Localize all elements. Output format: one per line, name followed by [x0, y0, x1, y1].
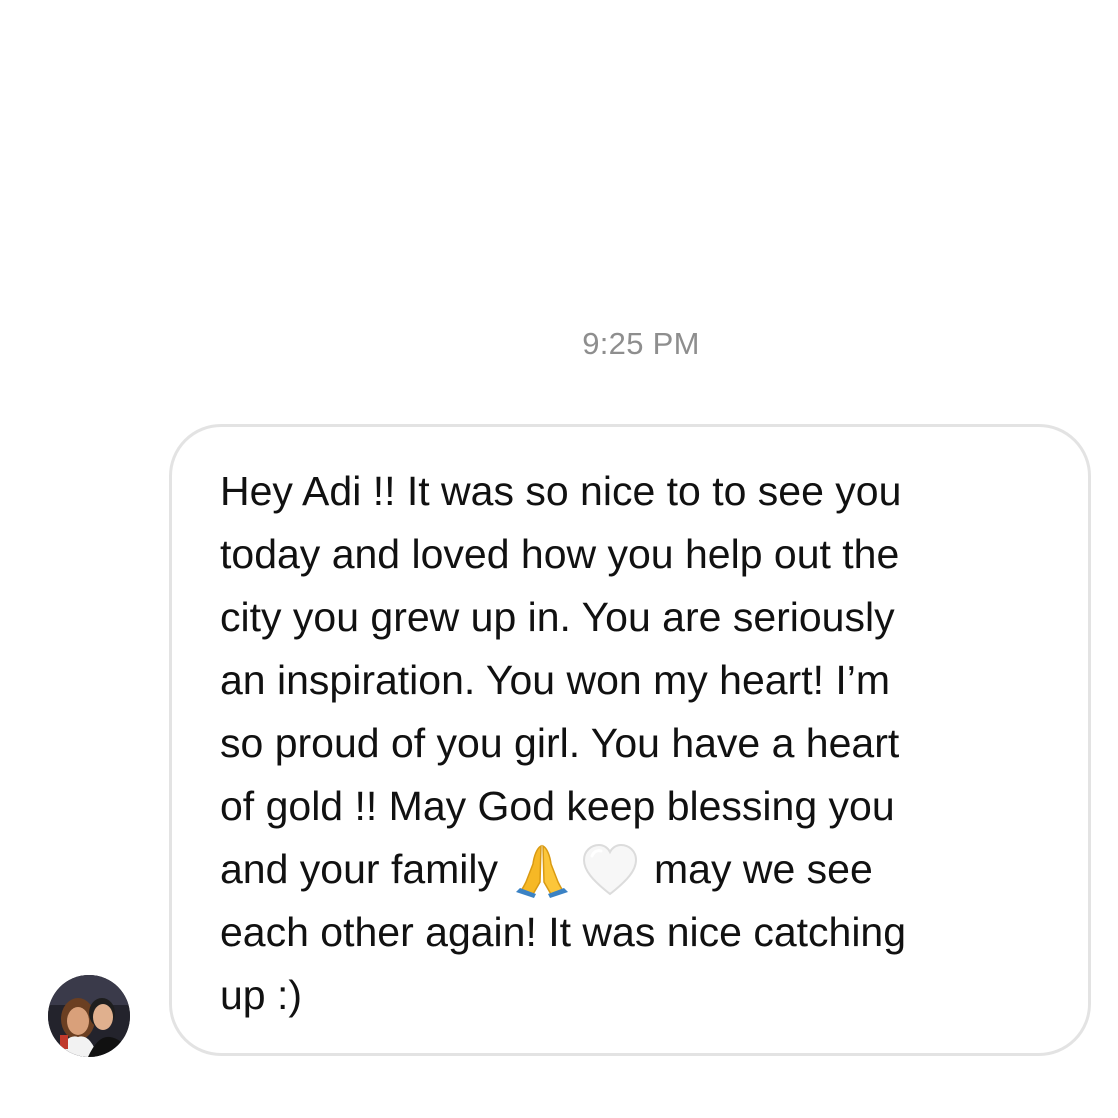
sender-avatar[interactable]	[48, 975, 130, 1057]
message-line-with-emoji: and your family may we see	[220, 838, 906, 901]
folded-hands-icon	[512, 842, 572, 898]
message-line: today and loved how you help out the	[220, 531, 900, 577]
message-line: an inspiration. You won my heart! I’m	[220, 657, 891, 703]
message-line: so proud of you girl. You have a heart	[220, 720, 900, 766]
message-text: Hey Adi !! It was so nice to to see you …	[220, 460, 906, 1027]
message-line: of gold !! May God keep blessing you	[220, 783, 895, 829]
message-line: up :)	[220, 972, 303, 1018]
message-text-before-emoji: and your family	[220, 846, 499, 892]
message-line: city you grew up in. You are seriously	[220, 594, 895, 640]
message-line: Hey Adi !! It was so nice to to see you	[220, 468, 902, 514]
message-timestamp: 9:25 PM	[582, 326, 700, 361]
white-heart-icon	[580, 842, 640, 898]
message-bubble[interactable]: Hey Adi !! It was so nice to to see you …	[169, 424, 1091, 1056]
message-line: each other again! It was nice catching	[220, 909, 907, 955]
message-text-after-emoji: may we see	[654, 846, 873, 892]
avatar-photo-icon	[48, 975, 130, 1057]
